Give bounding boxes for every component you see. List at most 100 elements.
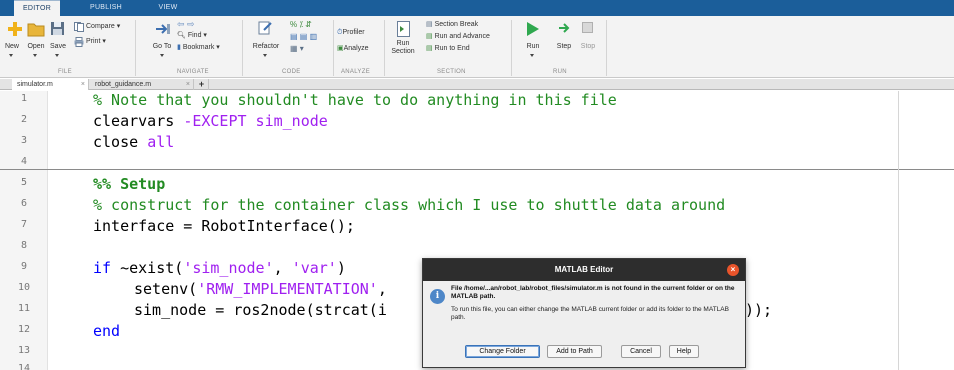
editor-file-tabs: simulator.m × robot_guidance.m × + bbox=[0, 79, 954, 90]
file-tab-simulator[interactable]: simulator.m × bbox=[12, 79, 89, 90]
line-number: 3 bbox=[20, 135, 28, 146]
run-and-advance-icon: ▤ bbox=[426, 33, 433, 40]
code-line-3: close all bbox=[93, 133, 175, 151]
ribbon-tab-strip: EDITOR PUBLISH VIEW bbox=[0, 0, 954, 16]
close-tab-icon[interactable]: × bbox=[81, 79, 85, 90]
save-dropdown-icon[interactable] bbox=[55, 54, 59, 57]
group-separator bbox=[135, 20, 136, 76]
line-number: 9 bbox=[20, 261, 28, 272]
tab-view[interactable]: VIEW bbox=[150, 0, 186, 16]
code-line-7: interface = RobotInterface(); bbox=[93, 217, 355, 235]
run-section-icon bbox=[397, 21, 410, 37]
group-separator bbox=[242, 20, 243, 76]
go-to-button[interactable]: Go To bbox=[150, 43, 174, 51]
open-dropdown-icon[interactable] bbox=[33, 54, 37, 57]
close-tab-icon[interactable]: × bbox=[186, 79, 190, 90]
line-number: 5 bbox=[20, 177, 28, 188]
code-tools-dropdown[interactable]: ▦ ▾ bbox=[290, 45, 310, 53]
group-separator bbox=[606, 20, 607, 76]
refactor-button[interactable]: Refactor bbox=[250, 43, 282, 51]
run-to-end-button[interactable]: ▤ Run to End bbox=[426, 45, 496, 53]
refactor-icon bbox=[258, 21, 272, 35]
find-button[interactable]: 🔍︎ Find ▾ bbox=[177, 32, 217, 40]
code-line-1: % Note that you shouldn't have to do any… bbox=[93, 91, 617, 109]
line-number: 7 bbox=[20, 219, 28, 230]
new-tab-button[interactable]: + bbox=[195, 79, 209, 90]
group-separator bbox=[333, 20, 334, 76]
stop-button[interactable]: Stop bbox=[577, 43, 599, 51]
file-tab-robot-guidance[interactable]: robot_guidance.m × bbox=[90, 79, 194, 90]
info-icon: i bbox=[430, 289, 445, 304]
line-number: 6 bbox=[20, 198, 28, 209]
step-button[interactable]: Step bbox=[553, 43, 575, 51]
matlab-editor-dialog: MATLAB Editor × i File /home/...an/robot… bbox=[422, 258, 746, 368]
analyze-group-label: ANALYZE bbox=[341, 69, 370, 75]
line-number: 10 bbox=[17, 282, 31, 293]
code-line-11-tail: )); bbox=[745, 301, 773, 319]
dialog-message: To run this file, you can either change … bbox=[451, 306, 729, 321]
change-folder-button[interactable]: Change Folder bbox=[465, 345, 540, 358]
section-group-label: SECTION bbox=[437, 69, 466, 75]
section-divider bbox=[0, 169, 954, 170]
tab-editor[interactable]: EDITOR bbox=[14, 0, 60, 16]
find-icon: 🔍︎ bbox=[177, 32, 186, 39]
profiler-button[interactable]: ⏱Profiler bbox=[337, 29, 377, 37]
right-margin-line bbox=[898, 91, 899, 370]
code-line-12: end bbox=[93, 322, 121, 340]
bookmark-icon: ▮ bbox=[177, 44, 181, 51]
new-button[interactable]: New bbox=[3, 43, 21, 51]
navigate-group-label: NAVIGATE bbox=[177, 69, 209, 75]
help-button[interactable]: Help bbox=[669, 345, 699, 358]
run-dropdown-icon[interactable] bbox=[530, 54, 534, 57]
run-and-advance-button[interactable]: ▤ Run and Advance bbox=[426, 33, 506, 41]
close-icon[interactable]: × bbox=[727, 264, 739, 276]
code-line-9: if ~exist('sim_node', 'var') bbox=[93, 259, 346, 277]
run-to-end-icon: ▤ bbox=[426, 45, 433, 52]
line-number: 1 bbox=[20, 93, 28, 104]
line-number: 14 bbox=[17, 363, 31, 370]
comment-percent-icons[interactable]: % ⁒ ⇵ bbox=[290, 21, 330, 29]
line-number: 4 bbox=[20, 156, 28, 167]
open-button[interactable]: Open bbox=[25, 43, 47, 51]
group-separator bbox=[511, 20, 512, 76]
tab-publish[interactable]: PUBLISH bbox=[82, 0, 130, 16]
go-to-dropdown-icon[interactable] bbox=[160, 54, 164, 57]
line-number: 2 bbox=[20, 114, 28, 125]
save-icon bbox=[51, 22, 64, 35]
code-line-5: %% Setup bbox=[93, 175, 166, 193]
code-line-6: % construct for the container class whic… bbox=[93, 196, 726, 214]
run-section-button[interactable]: Run Section bbox=[391, 40, 415, 56]
save-button[interactable]: Save bbox=[47, 43, 69, 51]
print-button[interactable]: Print ▾ bbox=[86, 38, 116, 46]
print-icon bbox=[74, 37, 84, 47]
stop-icon bbox=[582, 22, 593, 33]
run-button[interactable]: Run bbox=[521, 43, 545, 51]
file-tab-label: simulator.m bbox=[17, 81, 53, 88]
line-number: 8 bbox=[20, 240, 28, 251]
new-icon bbox=[8, 22, 22, 36]
file-tab-label: robot_guidance.m bbox=[95, 81, 152, 88]
add-to-path-button[interactable]: Add to Path bbox=[547, 345, 602, 358]
go-to-icon bbox=[156, 24, 170, 34]
step-icon bbox=[559, 23, 570, 33]
code-line-11: sim_node = ros2node(strcat(i bbox=[134, 301, 387, 319]
section-break-button[interactable]: ▤ Section Break bbox=[426, 21, 496, 29]
open-folder-icon bbox=[27, 23, 45, 37]
line-number: 11 bbox=[17, 303, 31, 314]
indent-icons[interactable]: ▤ ▤ ▥ bbox=[290, 33, 330, 41]
dialog-title: MATLAB Editor bbox=[423, 259, 745, 281]
run-group-label: RUN bbox=[553, 69, 567, 75]
cancel-button[interactable]: Cancel bbox=[621, 345, 661, 358]
new-dropdown-icon[interactable] bbox=[9, 54, 13, 57]
compare-button[interactable]: Compare ▾ bbox=[86, 23, 122, 31]
section-break-icon: ▤ bbox=[426, 21, 433, 28]
refactor-dropdown-icon[interactable] bbox=[263, 54, 267, 57]
run-icon bbox=[527, 22, 539, 36]
ribbon-toolbar: New Open Save Compare ▾ Print ▾ FILE Go … bbox=[0, 16, 954, 78]
file-group-label: FILE bbox=[58, 69, 72, 75]
code-line-2: clearvars -EXCEPT sim_node bbox=[93, 112, 328, 130]
analyze-button[interactable]: ▣Analyze bbox=[337, 45, 377, 53]
back-forward-arrows-icon[interactable]: ⇦ ⇨ bbox=[177, 20, 199, 29]
line-number-gutter: 1 2 3 4 5 6 7 8 9 10 11 12 13 14 bbox=[0, 91, 48, 370]
bookmark-button[interactable]: ▮ Bookmark ▾ bbox=[177, 44, 232, 52]
